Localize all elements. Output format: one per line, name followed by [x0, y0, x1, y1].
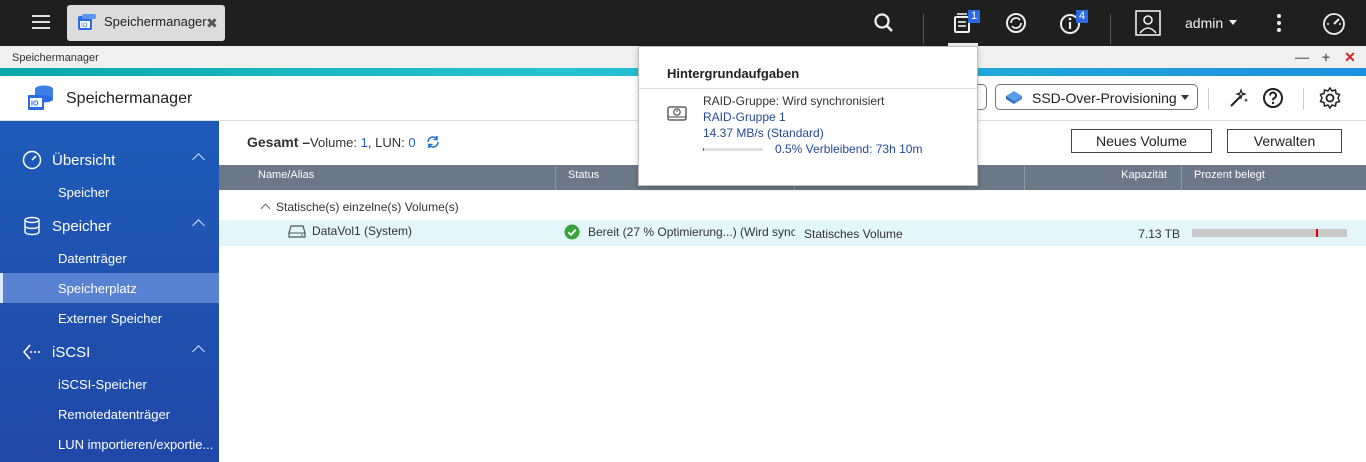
sidebar-item-externer-speicher[interactable]: Externer Speicher — [0, 303, 219, 333]
separator — [923, 14, 924, 44]
column-header-name[interactable]: Name/Alias — [219, 165, 556, 190]
iscsi-icon — [22, 344, 40, 360]
ssd-button-label: SSD-Over-Provisioning — [1032, 90, 1177, 106]
volume-name: DataVol1 (System) — [312, 224, 413, 238]
help-icon[interactable] — [1261, 86, 1285, 110]
sidebar-item-label: Speicher — [58, 185, 110, 200]
column-header-capacity[interactable]: Kapazität — [1025, 165, 1182, 190]
task-progress-text: 0.5% Verbleibend: 73h 10m — [775, 142, 923, 156]
usage-threshold-marker — [1316, 229, 1318, 237]
more-options-icon[interactable] — [1264, 8, 1294, 38]
task-raid-group[interactable]: RAID-Gruppe 1 — [703, 110, 786, 124]
summary-label: Gesamt – — [247, 134, 311, 150]
usage-progress-bar — [1192, 229, 1347, 237]
sidebar-section-label: Speicher — [52, 218, 112, 235]
storage-manager-icon: IO — [78, 14, 96, 30]
tasks-badge: 1 — [968, 10, 981, 23]
column-header-usage[interactable]: Prozent belegt — [1182, 165, 1366, 190]
dashboard-gauge-icon — [22, 150, 42, 170]
volume-status: Bereit (27 % Optimierung...) (Wird sync — [588, 225, 795, 239]
lun-count: 0 — [408, 135, 416, 150]
table-row[interactable]: DataVol1 (System) Bereit (27 % Optimieru… — [219, 220, 1366, 246]
sidebar-item-speicher-overview[interactable]: Speicher — [0, 177, 219, 207]
top-bar: IO Speichermanager ✖ 1 4 admin — [0, 0, 1366, 46]
sidebar: Übersicht Speicher Speicher Datenträger … — [0, 121, 219, 462]
sidebar-item-datentraeger[interactable]: Datenträger — [0, 243, 219, 273]
database-icon — [24, 216, 40, 236]
notifications-badge: 4 — [1076, 10, 1089, 23]
sidebar-section-iscsi[interactable]: iSCSI — [0, 334, 219, 370]
user-avatar-icon[interactable] — [1133, 8, 1163, 38]
search-icon[interactable] — [869, 8, 899, 38]
sidebar-item-lun-import-export[interactable]: LUN importieren/exportie... — [0, 429, 219, 459]
usage-progress-fill — [1192, 229, 1316, 237]
app-tab-speichermanager[interactable]: IO Speichermanager ✖ — [67, 5, 225, 41]
chevron-up-icon[interactable] — [260, 203, 271, 214]
user-menu[interactable]: admin — [1185, 15, 1223, 31]
chevron-up-icon — [192, 153, 205, 166]
window-title: Speichermanager — [12, 52, 99, 64]
sidebar-item-iscsi-speicher[interactable]: iSCSI-Speicher — [0, 369, 219, 399]
check-circle-icon — [564, 224, 580, 240]
task-title: RAID-Gruppe: Wird synchronisiert — [703, 94, 885, 108]
chevron-down-icon — [1229, 20, 1237, 25]
app-name: Speichermanager — [66, 90, 193, 107]
svg-text:IO: IO — [31, 101, 39, 108]
separator — [1208, 88, 1209, 110]
app-tab-label: Speichermanager — [104, 14, 207, 29]
sidebar-item-speicherplatz[interactable]: Speicherplatz — [0, 273, 219, 303]
sidebar-item-label: Externer Speicher — [58, 311, 163, 326]
summary: Gesamt –Volume: 1, LUN: 0 — [247, 134, 416, 150]
sidebar-item-label: Speicherplatz — [58, 281, 137, 296]
volume-group-row[interactable]: Statische(s) einzelne(s) Volume(s) — [219, 196, 1366, 220]
dashboard-gauge-icon[interactable] — [1319, 8, 1349, 38]
summary-volume-label: Volume: — [310, 135, 358, 150]
volume-type: Statisches Volume — [804, 227, 903, 241]
separator — [1303, 88, 1304, 110]
disk-icon — [288, 225, 306, 238]
task-progress-bar — [703, 148, 763, 151]
svg-text:IO: IO — [81, 23, 88, 29]
volume-count: 1 — [360, 135, 368, 150]
close-tab-icon[interactable]: ✖ — [206, 15, 218, 32]
main-menu-button[interactable] — [26, 11, 56, 35]
sidebar-item-label: LUN importieren/exportie... — [58, 437, 214, 452]
volume-capacity: 7.13 TB — [1138, 227, 1180, 241]
manage-button[interactable]: Verwalten — [1227, 129, 1342, 153]
chevron-up-icon — [192, 345, 205, 358]
sidebar-item-label: iSCSI-Speicher — [58, 377, 147, 392]
close-window-icon[interactable]: ✕ — [1342, 49, 1358, 65]
sidebar-section-label: iSCSI — [52, 344, 91, 361]
ssd-over-provisioning-button[interactable]: SSD-Over-Provisioning — [995, 84, 1198, 110]
task-speed[interactable]: 14.37 MB/s (Standard) — [703, 126, 824, 140]
raid-sync-icon — [667, 106, 687, 121]
sidebar-item-label: Remotedatenträger — [58, 407, 171, 422]
sidebar-item-remotedatentraeger[interactable]: Remotedatenträger — [0, 399, 219, 429]
refresh-icon[interactable] — [425, 134, 441, 150]
ssd-icon — [1006, 91, 1022, 104]
minimize-icon[interactable]: — — [1294, 49, 1310, 65]
background-tasks-popover: Hintergrundaufgaben RAID-Gruppe: Wird sy… — [638, 46, 978, 186]
separator — [1110, 14, 1111, 44]
sync-icon[interactable] — [1001, 8, 1031, 38]
new-volume-button[interactable]: Neues Volume — [1071, 129, 1212, 153]
maximize-icon[interactable]: + — [1318, 49, 1334, 65]
settings-gear-icon[interactable] — [1318, 86, 1342, 110]
sidebar-item-label: Datenträger — [58, 251, 127, 266]
chevron-down-icon — [1181, 95, 1189, 100]
sidebar-section-label: Übersicht — [52, 152, 116, 169]
divider — [639, 88, 977, 89]
sidebar-section-speicher[interactable]: Speicher — [0, 208, 219, 244]
group-label: Statische(s) einzelne(s) Volume(s) — [276, 200, 459, 214]
storage-manager-logo-icon: IO — [28, 85, 53, 110]
magic-wand-icon[interactable] — [1227, 86, 1251, 110]
chevron-up-icon — [192, 219, 205, 232]
summary-sep: , LUN: — [367, 135, 405, 150]
popover-title: Hintergrundaufgaben — [667, 66, 800, 81]
sidebar-section-uebersicht[interactable]: Übersicht — [0, 142, 219, 178]
